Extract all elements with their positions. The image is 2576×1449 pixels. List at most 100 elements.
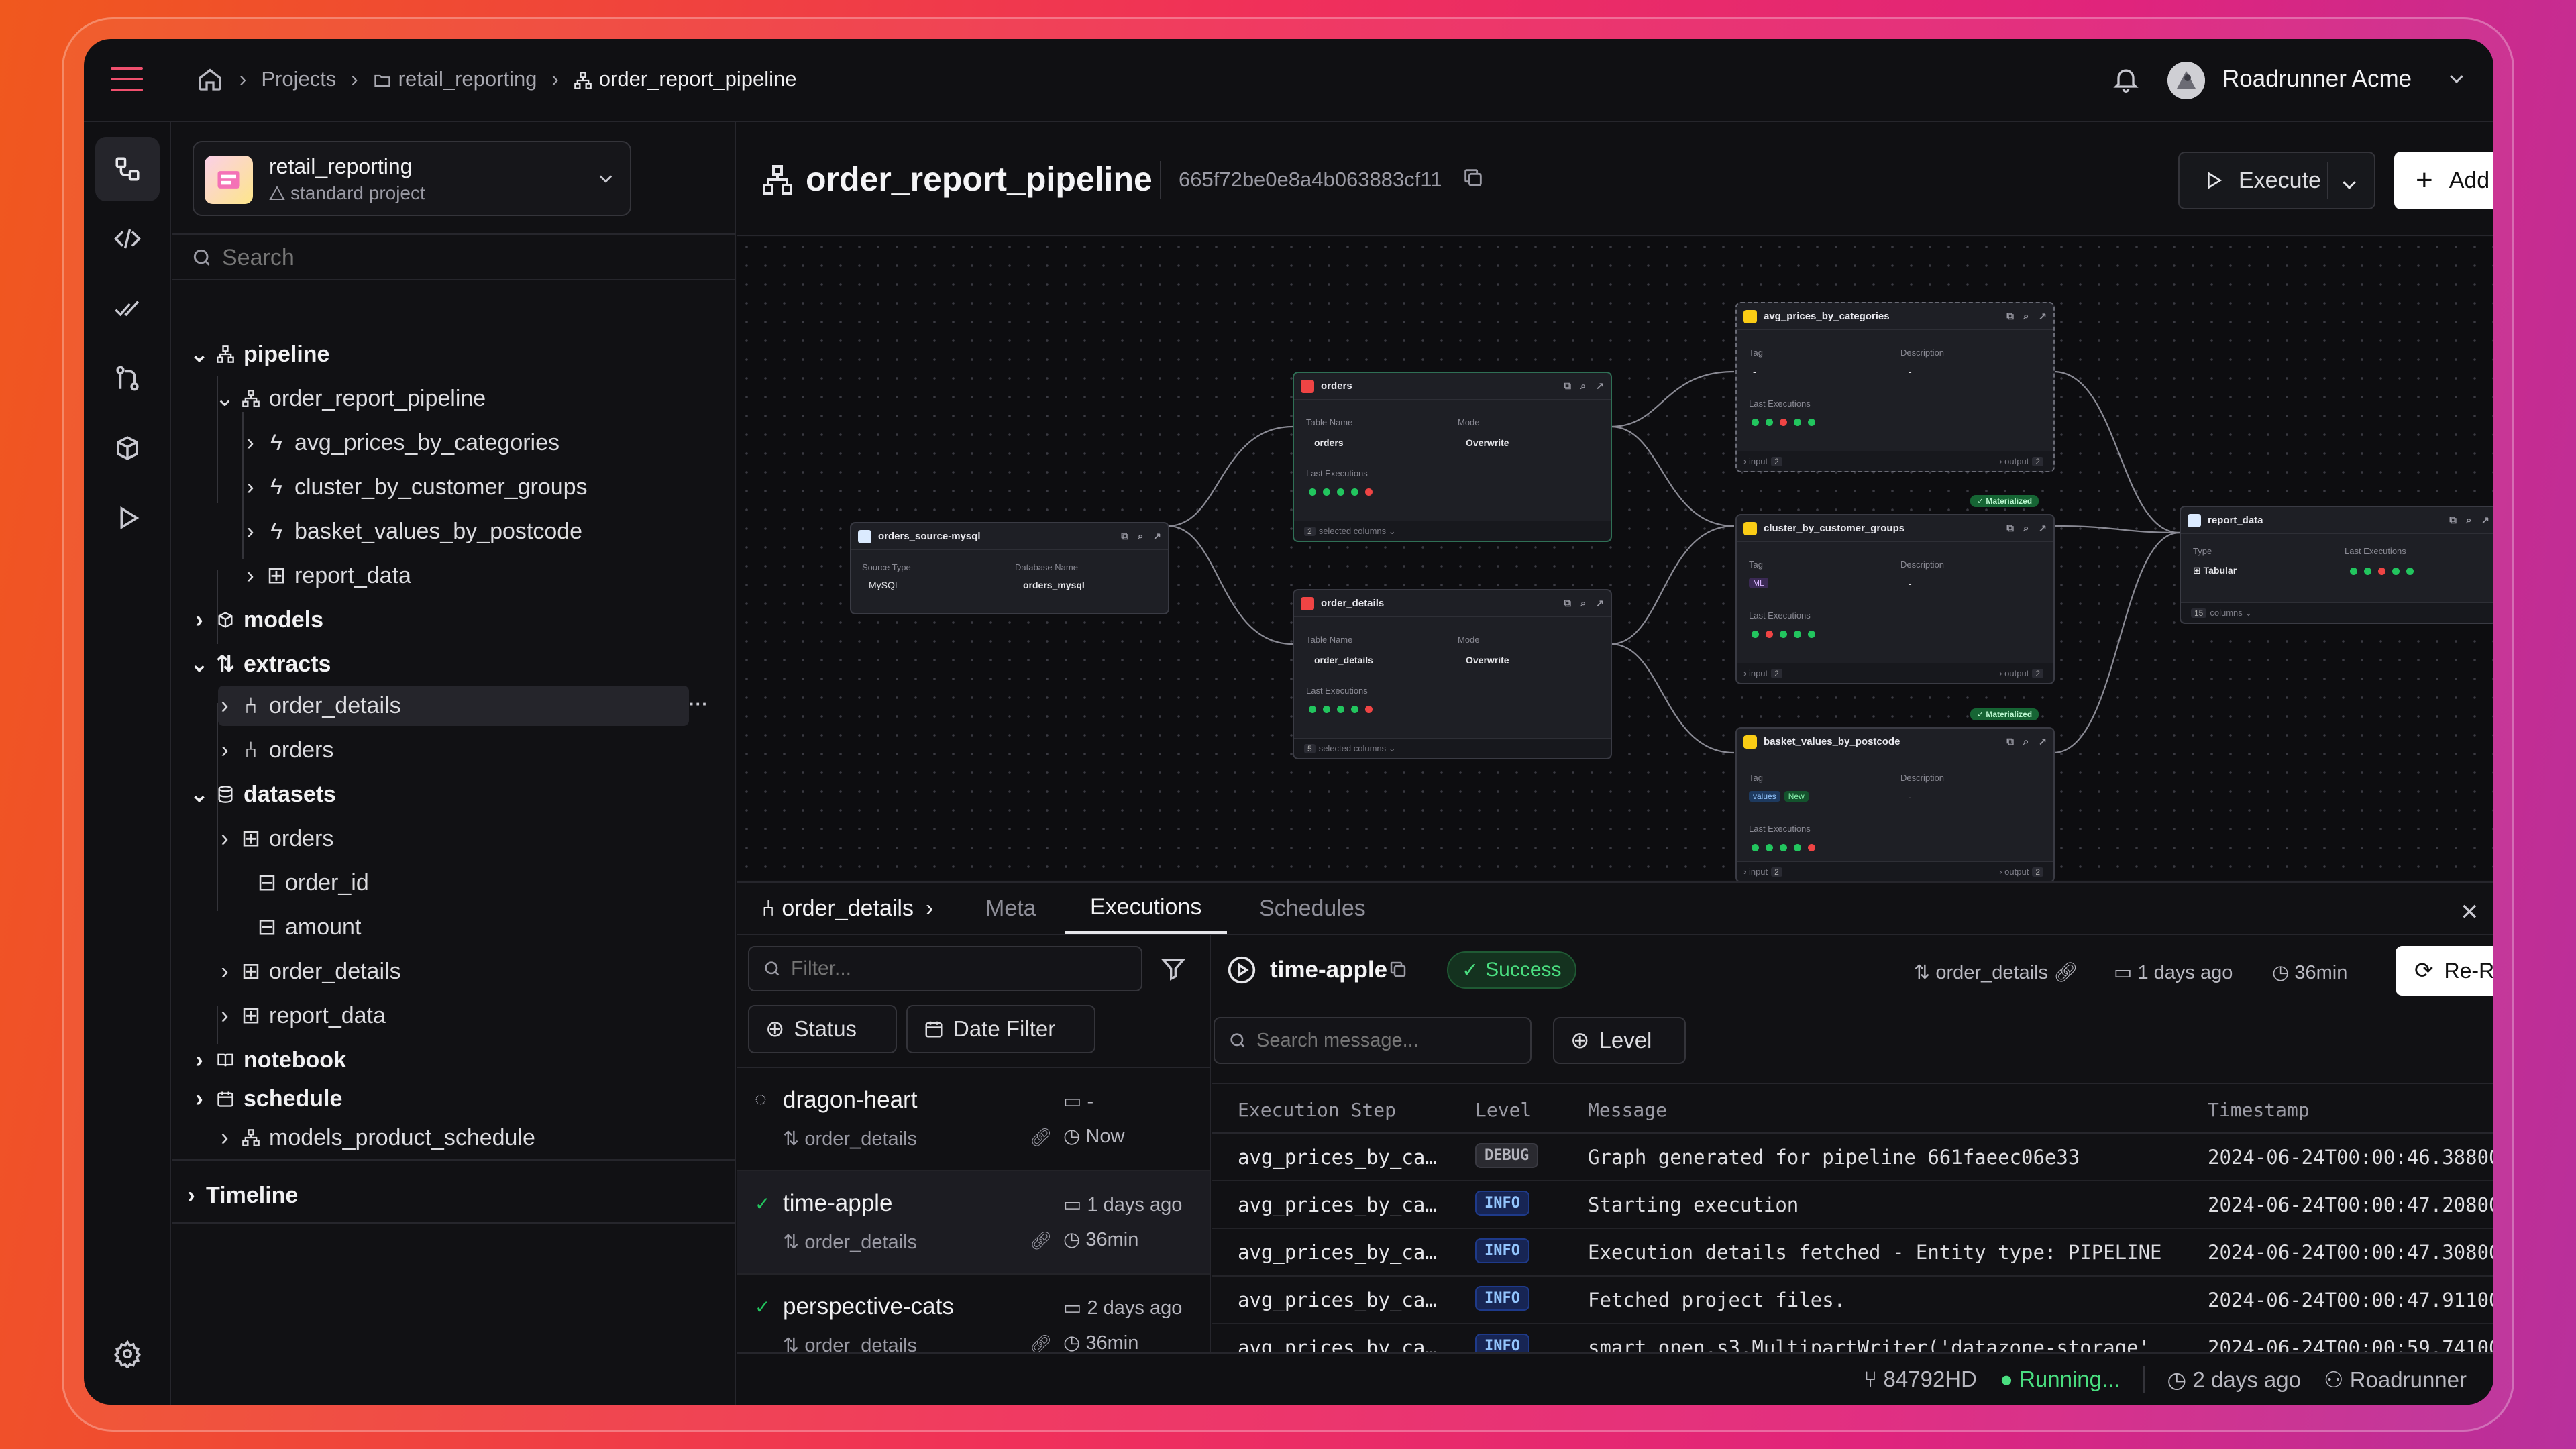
- filter-input[interactable]: [791, 957, 1126, 980]
- chevron-down-icon[interactable]: [2447, 68, 2467, 89]
- timeline-toggle[interactable]: › Timeline: [182, 1177, 298, 1214]
- copy-icon[interactable]: ⧉: [1564, 380, 1571, 392]
- commit-hash[interactable]: 84792HD: [1884, 1366, 1977, 1391]
- external-link-icon[interactable]: ↗: [2038, 736, 2047, 748]
- tree-folder-pipeline[interactable]: ⌄ pipeline: [190, 335, 330, 373]
- search-icon[interactable]: ⌕: [2023, 523, 2029, 535]
- date-filter-button[interactable]: Date Filter: [906, 1005, 1095, 1053]
- tree-item-column-amount[interactable]: ⊟ amount: [256, 908, 362, 946]
- rail-git-icon[interactable]: [95, 346, 160, 411]
- filter-field[interactable]: [748, 946, 1142, 991]
- tree-item-cluster[interactable]: › ϟ cluster_by_customer_groups: [241, 468, 587, 506]
- link-icon[interactable]: 🔗︎: [1030, 1127, 1052, 1148]
- execute-button[interactable]: Execute: [2178, 152, 2375, 209]
- tree-item-basket[interactable]: › ϟ basket_values_by_postcode: [241, 513, 582, 550]
- log-search-field[interactable]: [1214, 1017, 1532, 1064]
- tree-item-dataset-order-details[interactable]: › ⊞ order_details: [215, 953, 400, 990]
- link-icon[interactable]: 🔗︎: [1030, 1230, 1052, 1251]
- tree-item-extract-order-details[interactable]: › ⑃ order_details: [215, 687, 400, 724]
- link-icon[interactable]: 🔗︎: [1030, 1334, 1052, 1354]
- project-selector[interactable]: retail_reporting standard project: [193, 141, 631, 216]
- tree-item-dataset-orders[interactable]: › ⊞ orders: [215, 820, 333, 857]
- funnel-icon[interactable]: [1160, 955, 1187, 982]
- node-basket[interactable]: basket_values_by_postcode ⧉ ⌕ ↗ Tag values…: [1735, 727, 2055, 883]
- rail-run-icon[interactable]: [95, 486, 160, 550]
- tree-folder-models[interactable]: › models: [190, 601, 323, 639]
- level-filter-button[interactable]: ⊕ Level: [1553, 1017, 1686, 1064]
- external-link-icon[interactable]: ↗: [1595, 380, 1604, 392]
- column-header-timestamp[interactable]: Timestamp: [2208, 1099, 2310, 1121]
- node-cluster[interactable]: cluster_by_customer_groups ⧉ ⌕ ↗ Tag ML De…: [1735, 514, 2055, 684]
- external-link-icon[interactable]: ↗: [2038, 311, 2047, 323]
- external-link-icon[interactable]: ↗: [1595, 598, 1604, 610]
- rerun-button[interactable]: ⟳Re-Run: [2396, 946, 2493, 996]
- rail-code-icon[interactable]: [95, 207, 160, 271]
- avatar[interactable]: [2167, 62, 2205, 99]
- tree-item-models-product-schedule[interactable]: › models_product_schedule: [215, 1119, 535, 1157]
- breadcrumb-projects[interactable]: Projects: [261, 67, 336, 91]
- user-name[interactable]: Roadrunner Acme: [2222, 66, 2412, 93]
- search-icon[interactable]: ⌕: [2023, 311, 2029, 323]
- run-item[interactable]: ✓ perspective-cats ⇅ order_details 🔗︎ ▭ …: [737, 1275, 1210, 1354]
- status-filter-button[interactable]: ⊕ Status: [748, 1005, 897, 1053]
- bell-icon[interactable]: [2111, 64, 2141, 94]
- table-row[interactable]: avg_prices_by_ca… INFO Fetched project f…: [1212, 1277, 2493, 1324]
- tree-folder-schedule[interactable]: › schedule: [190, 1080, 342, 1118]
- rail-checks-icon[interactable]: [95, 276, 160, 341]
- node-orders[interactable]: orders ⧉ ⌕ ↗ Table Name orders Mode Overwr…: [1293, 372, 1612, 542]
- node-report-data[interactable]: report_data ⧉ ⌕ ↗ Type ⊞ Tabular Last Exec…: [2180, 506, 2493, 624]
- copy-icon[interactable]: [1462, 166, 1485, 189]
- table-row[interactable]: avg_prices_by_ca… INFO Execution details…: [1212, 1229, 2493, 1277]
- node-orders-source[interactable]: orders_source-mysql ⧉ ⌕ ↗ Source Type MySQ…: [850, 522, 1169, 614]
- tab-executions[interactable]: Executions: [1065, 883, 1228, 934]
- tree-item-dataset-report-data[interactable]: › ⊞ report_data: [215, 997, 386, 1034]
- search-icon[interactable]: ⌕: [1580, 380, 1586, 392]
- column-header-level[interactable]: Level: [1475, 1099, 1532, 1121]
- log-search-input[interactable]: [1256, 1029, 1525, 1052]
- search-icon[interactable]: ⌕: [2466, 515, 2471, 527]
- table-row[interactable]: avg_prices_by_ca… INFO smart_open.s3.Mul…: [1212, 1324, 2493, 1354]
- table-row[interactable]: avg_prices_by_ca… INFO Starting executio…: [1212, 1181, 2493, 1229]
- copy-icon[interactable]: ⧉: [2449, 515, 2457, 527]
- search-icon[interactable]: ⌕: [2023, 736, 2029, 748]
- external-link-icon[interactable]: ↗: [1152, 531, 1161, 543]
- search-input[interactable]: [222, 243, 705, 272]
- tree-folder-notebook[interactable]: › notebook: [190, 1041, 346, 1079]
- breadcrumb-pipeline[interactable]: order_report_pipeline: [599, 67, 797, 91]
- sidebar-search[interactable]: [172, 233, 735, 280]
- copy-icon[interactable]: ⧉: [2006, 523, 2014, 535]
- more-options-icon[interactable]: ···: [689, 694, 708, 714]
- run-item-selected[interactable]: ✓ time-apple ⇅ order_details 🔗︎ ▭ 1 days…: [737, 1171, 1210, 1275]
- tree-item-report-data[interactable]: › ⊞ report_data: [241, 557, 411, 594]
- run-item[interactable]: ◌ dragon-heart ⇅ order_details 🔗︎ ▭ - ◷ …: [737, 1068, 1210, 1171]
- tree-item-order-report-pipeline[interactable]: ⌄ order_report_pipeline: [215, 380, 486, 417]
- rail-packages-icon[interactable]: [95, 416, 160, 480]
- tree-folder-extracts[interactable]: ⌄ ⇅ extracts: [190, 645, 331, 683]
- execution-entity[interactable]: order_details: [1935, 962, 2048, 983]
- chevron-down-icon[interactable]: [2339, 170, 2359, 197]
- copy-icon[interactable]: ⧉: [1564, 598, 1571, 610]
- copy-icon[interactable]: ⧉: [1121, 531, 1128, 543]
- breadcrumb-project[interactable]: retail_reporting: [398, 67, 537, 91]
- tree-item-extract-orders[interactable]: › ⑃ orders: [215, 731, 333, 769]
- tree-item-avg-prices[interactable]: › ϟ avg_prices_by_categories: [241, 424, 559, 462]
- copy-icon[interactable]: [1388, 959, 1408, 979]
- search-icon[interactable]: ⌕: [1580, 598, 1586, 610]
- tab-schedules[interactable]: Schedules: [1259, 883, 1366, 934]
- home-icon[interactable]: [197, 66, 223, 93]
- link-icon[interactable]: 🔗︎: [2053, 962, 2078, 983]
- copy-icon[interactable]: ⧉: [2006, 311, 2014, 323]
- rail-pipelines-icon[interactable]: [95, 137, 160, 201]
- search-icon[interactable]: ⌕: [1138, 531, 1143, 543]
- column-header-step[interactable]: Execution Step: [1238, 1099, 1396, 1121]
- node-order-details[interactable]: order_details ⧉ ⌕ ↗ Table Name order_detai…: [1293, 589, 1612, 759]
- copy-icon[interactable]: ⧉: [2006, 736, 2014, 748]
- panel-entity[interactable]: ⑃ order_details ›: [761, 883, 933, 934]
- menu-icon[interactable]: [111, 66, 143, 93]
- tree-folder-datasets[interactable]: ⌄ datasets: [190, 775, 336, 813]
- table-row[interactable]: avg_prices_by_ca… DEBUG Graph generated …: [1212, 1134, 2493, 1181]
- tab-meta[interactable]: Meta: [985, 883, 1036, 934]
- external-link-icon[interactable]: ↗: [2481, 515, 2489, 527]
- settings-gear-icon[interactable]: [95, 1322, 160, 1386]
- node-avg-prices[interactable]: avg_prices_by_categories ⧉ ⌕ ↗ Tag - Descr…: [1735, 302, 2055, 472]
